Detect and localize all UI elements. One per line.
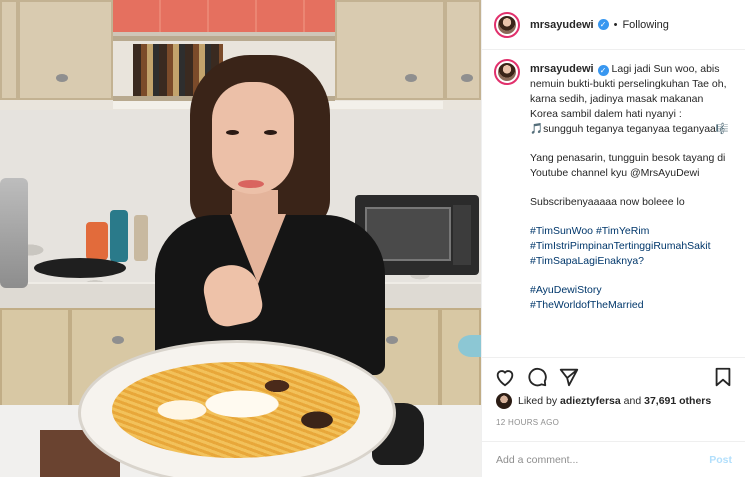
instagram-post-view: mrsayudewi ✓ • Following mrsayudewi ✓ Lag… — [0, 0, 745, 477]
caption-text: mrsayudewi ✓ Lagi jadi Sun woo, abis nemu… — [530, 62, 730, 360]
bookmark-icon[interactable] — [712, 366, 734, 388]
hashtag-link[interactable]: #AyuDewiStory — [530, 283, 730, 298]
likes-connector: and — [623, 395, 642, 407]
hashtag-link[interactable]: #TheWorldofTheMarried — [530, 298, 730, 313]
stand-mixer — [0, 178, 28, 288]
hashtag-group: #TimSunWoo #TimYeRim #TimIstriPimpinanTe… — [530, 224, 730, 269]
shelf-board — [113, 36, 335, 41]
separator-dot: • — [613, 18, 618, 31]
hashtag-link[interactable]: #TimSunWoo #TimYeRim — [530, 224, 730, 239]
upper-cabinet — [18, 0, 113, 100]
caption-username[interactable]: mrsayudewi — [530, 63, 594, 75]
person-eye — [226, 130, 239, 135]
canister — [86, 222, 108, 260]
comment-bar: Post — [482, 441, 745, 477]
storage-boxes — [113, 0, 335, 32]
lower-cabinet — [440, 308, 481, 408]
hashtag-link[interactable]: #TimSapaLagiEnaknya? — [530, 254, 730, 269]
hashtag-link[interactable]: #TimIstriPimpinanTertinggiRumahSakit — [530, 239, 730, 254]
canister — [110, 210, 128, 262]
likes-count[interactable]: 37,691 others — [644, 395, 711, 407]
post-comment-button[interactable]: Post — [709, 454, 732, 466]
caption-paragraph: Yang penasarin, tungguin besok tayang di… — [530, 152, 726, 179]
upper-cabinet — [335, 0, 445, 100]
hashtag-group: #AyuDewiStory #TheWorldofTheMarried — [530, 283, 730, 313]
post-photo[interactable] — [0, 0, 481, 477]
verified-badge-icon: ✓ — [597, 65, 609, 76]
post-timestamp[interactable]: 12 HOURS AGO — [496, 418, 559, 427]
person-face — [212, 82, 294, 194]
utensil-holder — [134, 215, 148, 261]
frying-pan — [34, 258, 126, 278]
caption-block: mrsayudewi ✓ Lagi jadi Sun woo, abis nemu… — [482, 50, 745, 360]
heart-icon[interactable] — [494, 366, 516, 388]
header-username[interactable]: mrsayudewi — [530, 19, 594, 31]
comment-input[interactable] — [496, 453, 710, 466]
action-bar — [482, 357, 745, 395]
likes-line: Liked by adieztyfersa and 37,691 others — [496, 393, 711, 409]
person-lips — [238, 180, 264, 188]
likes-prefix: Liked by — [518, 395, 558, 407]
caption-paragraph: Subscribenyaaaaa now boleee lo — [530, 196, 685, 208]
following-button[interactable]: Following — [622, 19, 668, 31]
upper-cabinet — [0, 0, 18, 100]
person-eye — [264, 130, 277, 135]
post-header: mrsayudewi ✓ • Following — [482, 0, 745, 50]
ramen-soup — [112, 362, 360, 458]
blue-pot — [458, 335, 481, 357]
liker-username[interactable]: adieztyfersa — [560, 395, 621, 407]
liker-avatar[interactable] — [496, 393, 512, 409]
avatar[interactable] — [494, 11, 520, 38]
comment-icon[interactable] — [526, 366, 548, 388]
verified-badge-icon: ✓ — [597, 19, 609, 30]
lower-cabinet — [0, 308, 70, 408]
caption-avatar[interactable] — [494, 59, 520, 85]
post-sidebar: mrsayudewi ✓ • Following mrsayudewi ✓ Lag… — [481, 0, 745, 477]
share-icon[interactable] — [558, 366, 580, 388]
upper-cabinet — [445, 0, 481, 100]
